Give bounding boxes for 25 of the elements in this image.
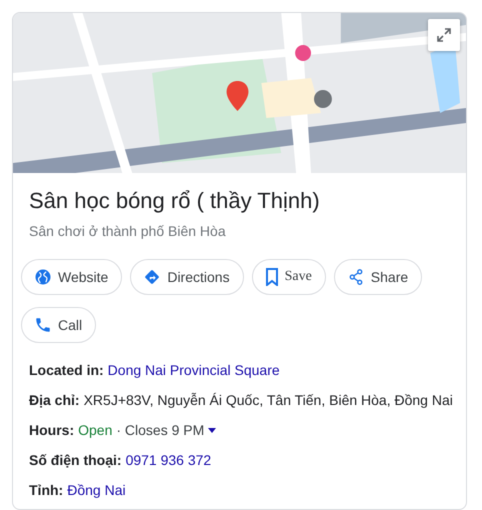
fact-link[interactable]: Dong Nai Provincial Square	[108, 355, 280, 385]
expand-icon	[436, 27, 452, 43]
call-button[interactable]: Call	[21, 307, 96, 343]
place-title: Sân học bóng rổ ( thầy Thịnh)	[28, 187, 321, 215]
open-status: Open	[78, 421, 112, 440]
fact-link[interactable]: Đồng Nai	[67, 475, 126, 505]
closing-time[interactable]: · Closes 9 PM	[116, 415, 204, 445]
fact-label: Hours:	[29, 421, 74, 440]
phone-icon	[34, 316, 52, 334]
fact-link[interactable]: 0971 936 372	[126, 445, 212, 475]
expand-button[interactable]	[428, 19, 460, 51]
directions-button[interactable]: Directions	[130, 259, 244, 295]
caret-icon[interactable]	[208, 428, 216, 432]
website-button[interactable]: Website	[21, 259, 122, 295]
globe-icon	[34, 268, 52, 286]
fact-label: Tỉnh:	[29, 481, 64, 500]
share-button[interactable]: Share	[334, 259, 422, 295]
save-button[interactable]: Save	[252, 259, 326, 295]
fact-label: Số điện thoại:	[29, 451, 122, 470]
fact-label: Địa chỉ:	[29, 391, 80, 410]
fact-value: XR5J+83V, Nguyễn Ái Quốc, Tân Tiến, Biên Hòa, Đồng Nai	[84, 391, 453, 410]
fact-label: Located in:	[29, 361, 104, 380]
share-icon	[346, 268, 365, 286]
place-category: Sân chơi ở thành phố Biên Hòa	[28, 223, 227, 239]
bookmark-icon	[264, 268, 279, 286]
